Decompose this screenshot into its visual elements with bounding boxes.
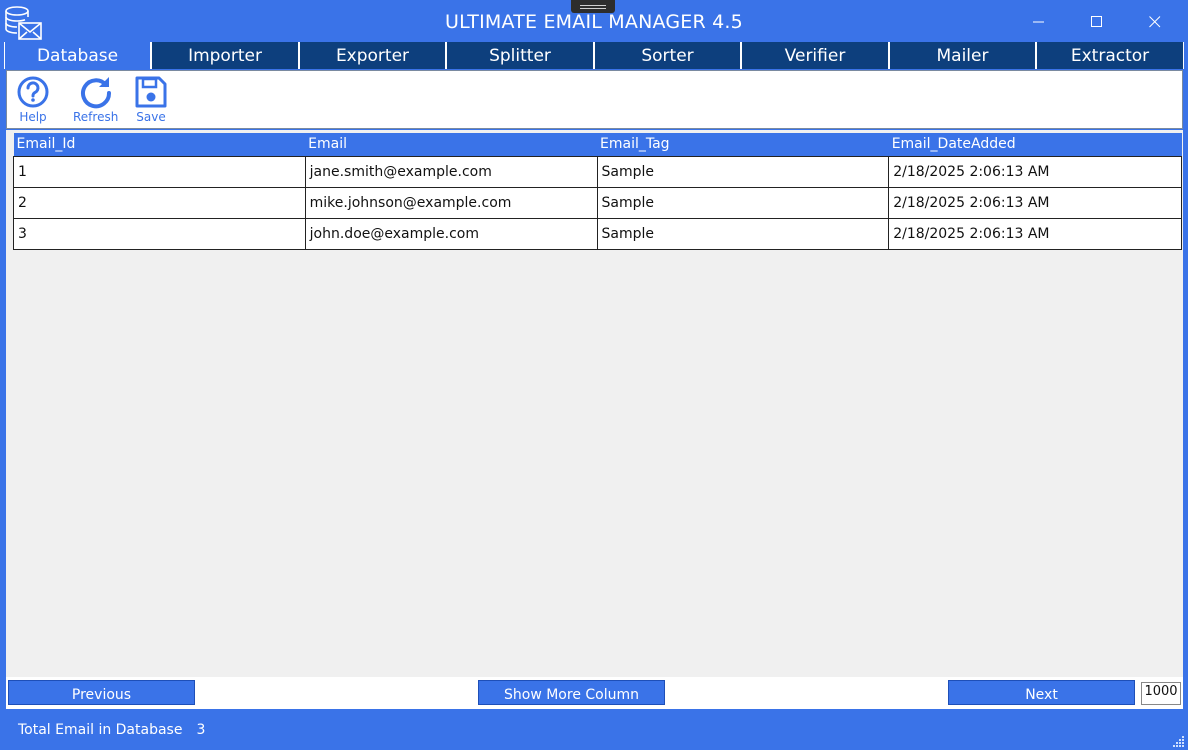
table-header-row: Email_Id Email Email_Tag Email_DateAdded [13, 133, 1182, 156]
cell-email[interactable]: jane.smith@example.com [304, 155, 598, 188]
refresh-button[interactable]: Refresh [73, 75, 118, 124]
cell-email-id[interactable]: 1 [13, 155, 306, 188]
cell-date-added[interactable]: 2/18/2025 2:06:13 AM [888, 155, 1182, 188]
minimize-icon [1033, 21, 1044, 23]
total-email-count: 3 [196, 722, 206, 738]
toolbar: Help Refresh Save [6, 70, 1183, 129]
cell-email-tag[interactable]: Sample [596, 155, 890, 188]
cell-email-id[interactable]: 3 [13, 217, 306, 250]
tab-database[interactable]: Database [4, 42, 151, 69]
close-icon [1149, 16, 1161, 28]
help-button[interactable]: Help [16, 75, 50, 124]
previous-button[interactable]: Previous [8, 680, 195, 705]
page-size-input[interactable]: 1000 [1141, 682, 1181, 705]
help-icon [17, 76, 49, 108]
table-row[interactable]: 2 mike.johnson@example.com Sample 2/18/2… [13, 186, 1182, 219]
save-icon [135, 76, 167, 108]
maximize-button[interactable] [1074, 6, 1120, 38]
cell-email-id[interactable]: 2 [13, 186, 306, 219]
minimize-button[interactable] [1016, 6, 1062, 38]
tab-splitter[interactable]: Splitter [446, 42, 594, 69]
cell-email-tag[interactable]: Sample [596, 217, 890, 250]
help-label: Help [19, 110, 47, 124]
tab-extractor[interactable]: Extractor [1036, 42, 1184, 69]
refresh-icon [80, 77, 111, 109]
email-table: Email_Id Email Email_Tag Email_DateAdded… [13, 133, 1182, 250]
close-button[interactable] [1132, 6, 1178, 38]
cell-email[interactable]: john.doe@example.com [304, 217, 598, 250]
cell-date-added[interactable]: 2/18/2025 2:06:13 AM [888, 217, 1182, 250]
status-bar: Total Email in Database 3 [18, 722, 205, 738]
window-drag-handle[interactable] [571, 0, 615, 13]
column-header-email-id[interactable]: Email_Id [13, 133, 306, 156]
content-area: Email_Id Email Email_Tag Email_DateAdded… [6, 130, 1183, 677]
column-header-email-date-added[interactable]: Email_DateAdded [888, 133, 1182, 156]
cell-email-tag[interactable]: Sample [596, 186, 890, 219]
next-button[interactable]: Next [948, 680, 1135, 705]
table-row[interactable]: 3 john.doe@example.com Sample 2/18/2025 … [13, 217, 1182, 250]
column-header-email[interactable]: Email [305, 133, 598, 156]
tab-exporter[interactable]: Exporter [299, 42, 446, 69]
show-more-column-button[interactable]: Show More Column [478, 680, 665, 705]
cell-email[interactable]: mike.johnson@example.com [304, 186, 598, 219]
tab-mailer[interactable]: Mailer [889, 42, 1036, 69]
tab-verifier[interactable]: Verifier [741, 42, 889, 69]
column-header-email-tag[interactable]: Email_Tag [597, 133, 889, 156]
save-label: Save [136, 110, 166, 124]
save-button[interactable]: Save [134, 75, 168, 124]
maximize-icon [1091, 16, 1102, 27]
resize-grip-icon[interactable] [1171, 733, 1185, 747]
main-tabs: Database Importer Exporter Splitter Sort… [4, 42, 1184, 69]
tab-importer[interactable]: Importer [151, 42, 299, 69]
cell-date-added[interactable]: 2/18/2025 2:06:13 AM [888, 186, 1182, 219]
pagination-bar: Previous Show More Column Next 1000 [6, 677, 1183, 709]
title-bar: ULTIMATE EMAIL MANAGER 4.5 [0, 0, 1188, 42]
window-title: ULTIMATE EMAIL MANAGER 4.5 [445, 11, 743, 33]
table-row[interactable]: 1 jane.smith@example.com Sample 2/18/202… [13, 155, 1182, 188]
refresh-label: Refresh [73, 110, 119, 124]
total-email-label: Total Email in Database [18, 722, 183, 738]
tab-sorter[interactable]: Sorter [594, 42, 741, 69]
